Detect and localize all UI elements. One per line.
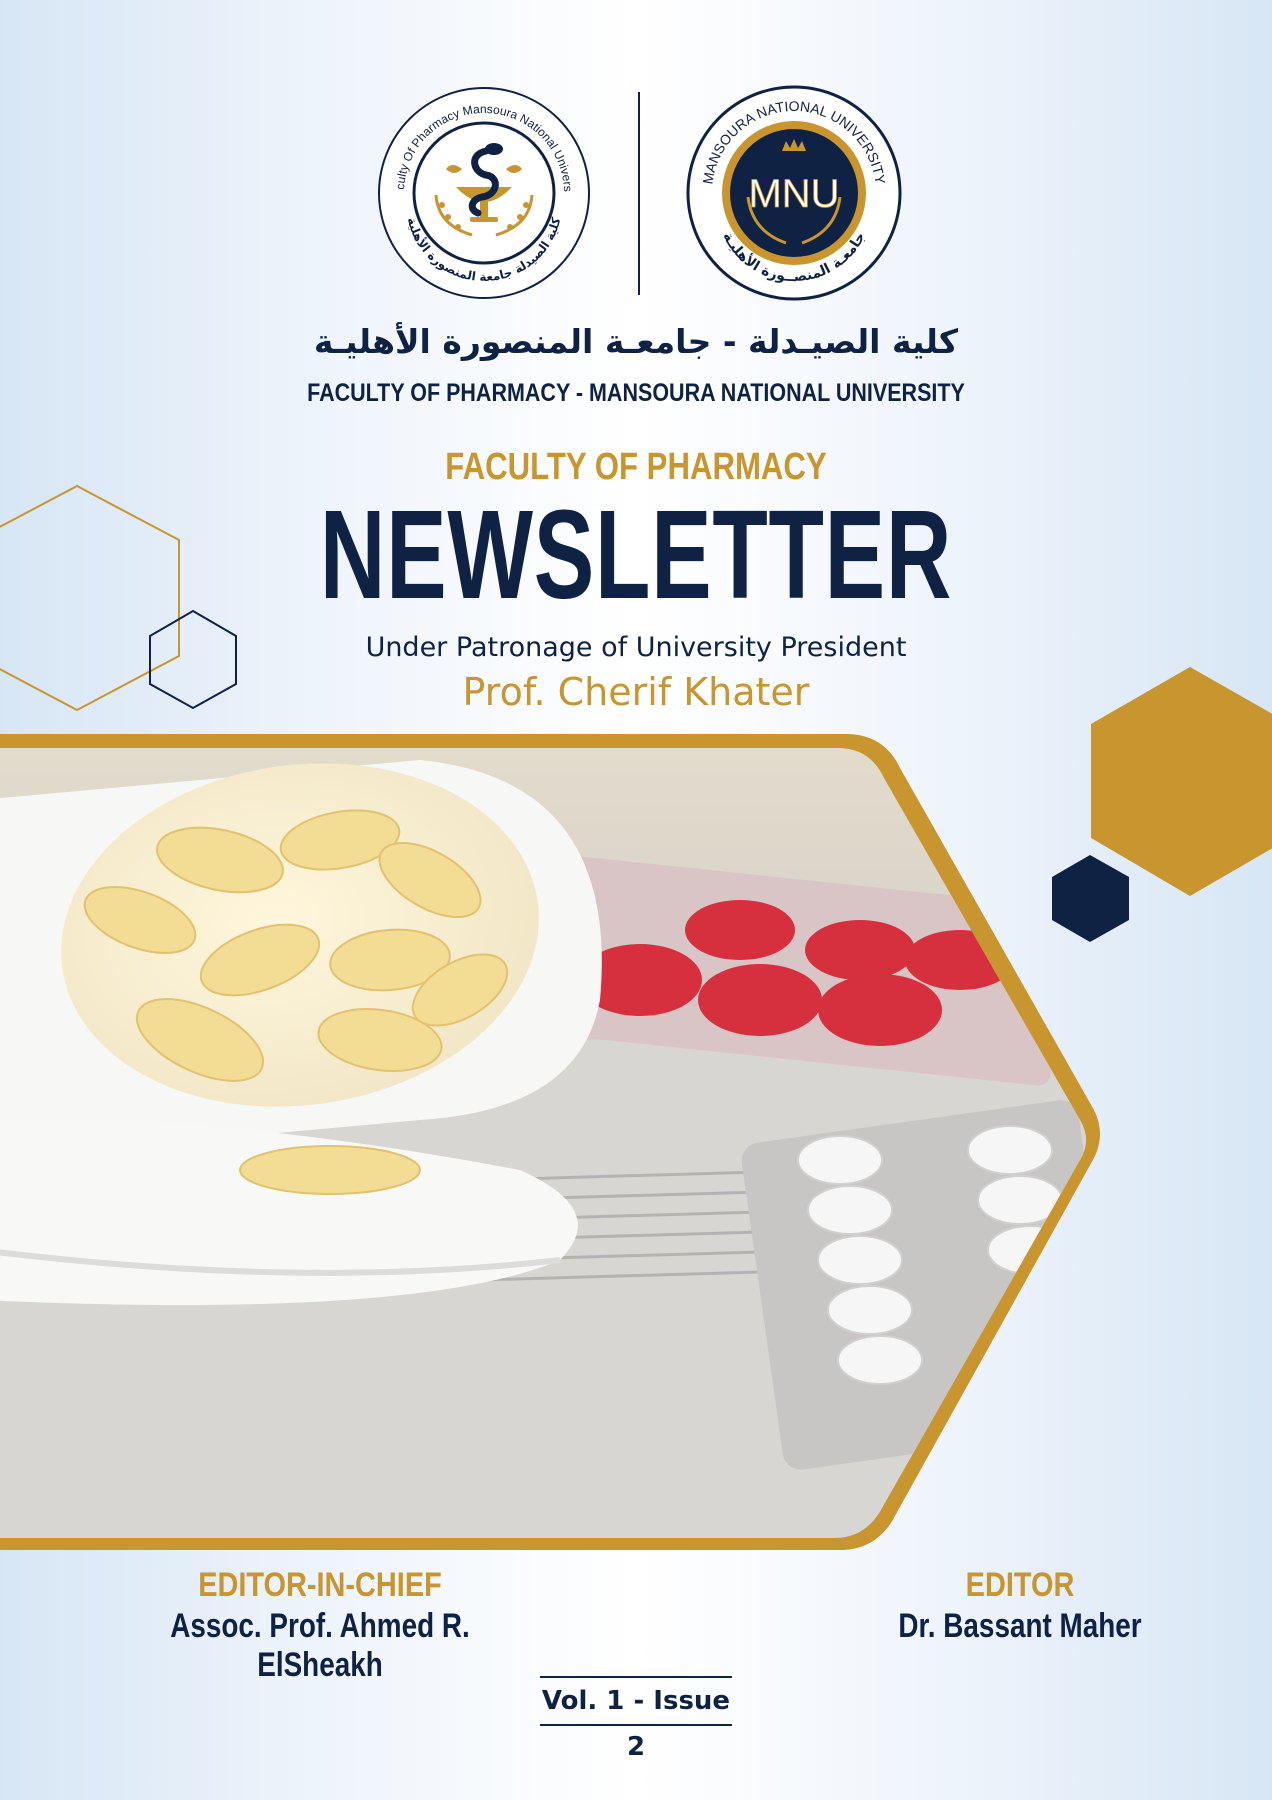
white-pill-blister bbox=[741, 1100, 1086, 1470]
editor-in-chief-block: EDITOR-IN-CHIEF Assoc. Prof. Ahmed R. El… bbox=[60, 1566, 580, 1685]
editor-in-chief-label: EDITOR-IN-CHIEF bbox=[198, 1566, 442, 1604]
pill-bottle bbox=[0, 760, 602, 1305]
editor-name: Dr. Bassant Maher bbox=[898, 1607, 1142, 1645]
editor-in-chief-name: Assoc. Prof. Ahmed R. ElSheakh bbox=[170, 1607, 470, 1684]
editor-block: EDITOR Dr. Bassant Maher bbox=[830, 1566, 1210, 1646]
cover-photo bbox=[0, 734, 1100, 1550]
newsletter-cover: Faculty Of Pharmacy Mansoura National Un… bbox=[0, 0, 1272, 1800]
editor-label: EDITOR bbox=[965, 1566, 1075, 1604]
issue-number: Vol. 1 - Issue 2 bbox=[540, 1676, 732, 1762]
